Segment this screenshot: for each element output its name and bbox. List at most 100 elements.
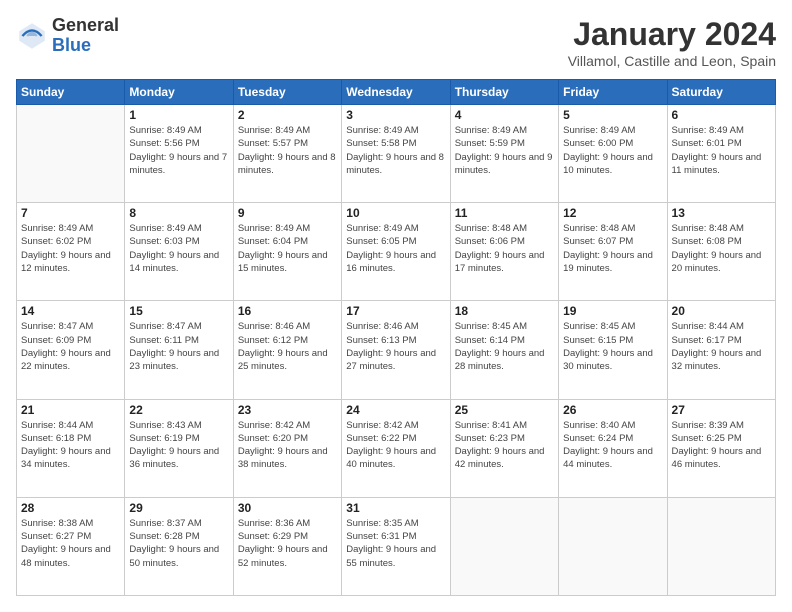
calendar-cell: 25 Sunrise: 8:41 AM Sunset: 6:23 PM Dayli…	[450, 399, 558, 497]
day-info: Sunrise: 8:44 AM Sunset: 6:18 PM Dayligh…	[21, 419, 120, 472]
header-day-wednesday: Wednesday	[342, 80, 450, 105]
day-info: Sunrise: 8:49 AM Sunset: 6:04 PM Dayligh…	[238, 222, 337, 275]
calendar-cell	[667, 497, 775, 595]
day-info: Sunrise: 8:35 AM Sunset: 6:31 PM Dayligh…	[346, 517, 445, 570]
calendar-cell: 3Sunrise: 8:49 AM Sunset: 5:58 PM Daylig…	[342, 105, 450, 203]
calendar-cell: 10 Sunrise: 8:49 AM Sunset: 6:05 PM Dayli…	[342, 203, 450, 301]
day-info: Sunrise: 8:36 AM Sunset: 6:29 PM Dayligh…	[238, 517, 337, 570]
day-number: 17	[346, 304, 445, 318]
day-info: Sunrise: 8:43 AM Sunset: 6:19 PM Dayligh…	[129, 419, 228, 472]
day-info: Sunrise: 8:49 AM Sunset: 5:58 PM Dayligh…	[346, 124, 445, 177]
day-info: Sunrise: 8:46 AM Sunset: 6:12 PM Dayligh…	[238, 320, 337, 373]
day-info: Sunrise: 8:40 AM Sunset: 6:24 PM Dayligh…	[563, 419, 662, 472]
day-number: 21	[21, 403, 120, 417]
day-number: 27	[672, 403, 771, 417]
calendar-cell: 20 Sunrise: 8:44 AM Sunset: 6:17 PM Dayli…	[667, 301, 775, 399]
day-info: Sunrise: 8:48 AM Sunset: 6:07 PM Dayligh…	[563, 222, 662, 275]
day-info: Sunrise: 8:37 AM Sunset: 6:28 PM Dayligh…	[129, 517, 228, 570]
header-row: SundayMondayTuesdayWednesdayThursdayFrid…	[17, 80, 776, 105]
day-number: 13	[672, 206, 771, 220]
header-day-tuesday: Tuesday	[233, 80, 341, 105]
day-info: Sunrise: 8:49 AM Sunset: 5:56 PM Dayligh…	[129, 124, 228, 177]
logo-blue: Blue	[52, 36, 119, 56]
calendar-cell	[450, 497, 558, 595]
calendar-cell: 4Sunrise: 8:49 AM Sunset: 5:59 PM Daylig…	[450, 105, 558, 203]
calendar-cell: 15Sunrise: 8:47 AM Sunset: 6:11 PM Dayli…	[125, 301, 233, 399]
day-info: Sunrise: 8:42 AM Sunset: 6:22 PM Dayligh…	[346, 419, 445, 472]
day-number: 25	[455, 403, 554, 417]
day-number: 20	[672, 304, 771, 318]
calendar-cell: 19Sunrise: 8:45 AM Sunset: 6:15 PM Dayli…	[559, 301, 667, 399]
day-number: 11	[455, 206, 554, 220]
logo-icon	[16, 20, 48, 52]
day-info: Sunrise: 8:39 AM Sunset: 6:25 PM Dayligh…	[672, 419, 771, 472]
header-day-monday: Monday	[125, 80, 233, 105]
calendar-cell: 30 Sunrise: 8:36 AM Sunset: 6:29 PM Dayli…	[233, 497, 341, 595]
calendar-cell: 21 Sunrise: 8:44 AM Sunset: 6:18 PM Dayli…	[17, 399, 125, 497]
day-info: Sunrise: 8:44 AM Sunset: 6:17 PM Dayligh…	[672, 320, 771, 373]
day-number: 10	[346, 206, 445, 220]
day-number: 2	[238, 108, 337, 122]
calendar-cell: 5Sunrise: 8:49 AM Sunset: 6:00 PM Daylig…	[559, 105, 667, 203]
day-info: Sunrise: 8:49 AM Sunset: 6:02 PM Dayligh…	[21, 222, 120, 275]
day-info: Sunrise: 8:45 AM Sunset: 6:14 PM Dayligh…	[455, 320, 554, 373]
calendar-cell: 28Sunrise: 8:38 AM Sunset: 6:27 PM Dayli…	[17, 497, 125, 595]
calendar-cell: 29Sunrise: 8:37 AM Sunset: 6:28 PM Dayli…	[125, 497, 233, 595]
calendar-header: SundayMondayTuesdayWednesdayThursdayFrid…	[17, 80, 776, 105]
week-row-3: 21 Sunrise: 8:44 AM Sunset: 6:18 PM Dayli…	[17, 399, 776, 497]
day-number: 4	[455, 108, 554, 122]
day-info: Sunrise: 8:47 AM Sunset: 6:09 PM Dayligh…	[21, 320, 120, 373]
day-info: Sunrise: 8:49 AM Sunset: 6:05 PM Dayligh…	[346, 222, 445, 275]
day-number: 6	[672, 108, 771, 122]
calendar-cell: 24Sunrise: 8:42 AM Sunset: 6:22 PM Dayli…	[342, 399, 450, 497]
calendar-cell: 17 Sunrise: 8:46 AM Sunset: 6:13 PM Dayli…	[342, 301, 450, 399]
day-number: 8	[129, 206, 228, 220]
day-info: Sunrise: 8:41 AM Sunset: 6:23 PM Dayligh…	[455, 419, 554, 472]
calendar-cell: 22Sunrise: 8:43 AM Sunset: 6:19 PM Dayli…	[125, 399, 233, 497]
page: General Blue January 2024 Villamol, Cast…	[0, 0, 792, 612]
week-row-1: 7 Sunrise: 8:49 AM Sunset: 6:02 PM Daylig…	[17, 203, 776, 301]
logo-general: General	[52, 16, 119, 36]
day-info: Sunrise: 8:49 AM Sunset: 6:00 PM Dayligh…	[563, 124, 662, 177]
day-number: 19	[563, 304, 662, 318]
day-number: 7	[21, 206, 120, 220]
calendar-cell: 23 Sunrise: 8:42 AM Sunset: 6:20 PM Dayli…	[233, 399, 341, 497]
day-info: Sunrise: 8:49 AM Sunset: 6:01 PM Dayligh…	[672, 124, 771, 177]
calendar-cell: 6 Sunrise: 8:49 AM Sunset: 6:01 PM Daylig…	[667, 105, 775, 203]
header-day-saturday: Saturday	[667, 80, 775, 105]
title-block: January 2024 Villamol, Castille and Leon…	[568, 16, 776, 69]
calendar-cell: 11Sunrise: 8:48 AM Sunset: 6:06 PM Dayli…	[450, 203, 558, 301]
calendar-cell: 31 Sunrise: 8:35 AM Sunset: 6:31 PM Dayli…	[342, 497, 450, 595]
calendar-cell: 16Sunrise: 8:46 AM Sunset: 6:12 PM Dayli…	[233, 301, 341, 399]
week-row-0: 1 Sunrise: 8:49 AM Sunset: 5:56 PM Daylig…	[17, 105, 776, 203]
calendar-cell: 9 Sunrise: 8:49 AM Sunset: 6:04 PM Daylig…	[233, 203, 341, 301]
day-number: 26	[563, 403, 662, 417]
week-row-4: 28Sunrise: 8:38 AM Sunset: 6:27 PM Dayli…	[17, 497, 776, 595]
day-info: Sunrise: 8:38 AM Sunset: 6:27 PM Dayligh…	[21, 517, 120, 570]
day-number: 31	[346, 501, 445, 515]
header-day-thursday: Thursday	[450, 80, 558, 105]
day-info: Sunrise: 8:42 AM Sunset: 6:20 PM Dayligh…	[238, 419, 337, 472]
calendar-cell: 7 Sunrise: 8:49 AM Sunset: 6:02 PM Daylig…	[17, 203, 125, 301]
calendar-cell: 26 Sunrise: 8:40 AM Sunset: 6:24 PM Dayli…	[559, 399, 667, 497]
calendar-cell: 8 Sunrise: 8:49 AM Sunset: 6:03 PM Daylig…	[125, 203, 233, 301]
day-number: 14	[21, 304, 120, 318]
calendar-cell: 13Sunrise: 8:48 AM Sunset: 6:08 PM Dayli…	[667, 203, 775, 301]
calendar-cell: 18Sunrise: 8:45 AM Sunset: 6:14 PM Dayli…	[450, 301, 558, 399]
day-info: Sunrise: 8:49 AM Sunset: 6:03 PM Dayligh…	[129, 222, 228, 275]
logo: General Blue	[16, 16, 119, 56]
calendar-cell: 1 Sunrise: 8:49 AM Sunset: 5:56 PM Daylig…	[125, 105, 233, 203]
day-number: 23	[238, 403, 337, 417]
logo-text: General Blue	[52, 16, 119, 56]
day-number: 30	[238, 501, 337, 515]
calendar-cell	[559, 497, 667, 595]
location-subtitle: Villamol, Castille and Leon, Spain	[568, 53, 776, 69]
day-number: 1	[129, 108, 228, 122]
day-number: 9	[238, 206, 337, 220]
week-row-2: 14 Sunrise: 8:47 AM Sunset: 6:09 PM Dayli…	[17, 301, 776, 399]
day-info: Sunrise: 8:49 AM Sunset: 5:57 PM Dayligh…	[238, 124, 337, 177]
calendar-table: SundayMondayTuesdayWednesdayThursdayFrid…	[16, 79, 776, 596]
day-info: Sunrise: 8:46 AM Sunset: 6:13 PM Dayligh…	[346, 320, 445, 373]
month-title: January 2024	[568, 16, 776, 53]
calendar-cell: 14 Sunrise: 8:47 AM Sunset: 6:09 PM Dayli…	[17, 301, 125, 399]
